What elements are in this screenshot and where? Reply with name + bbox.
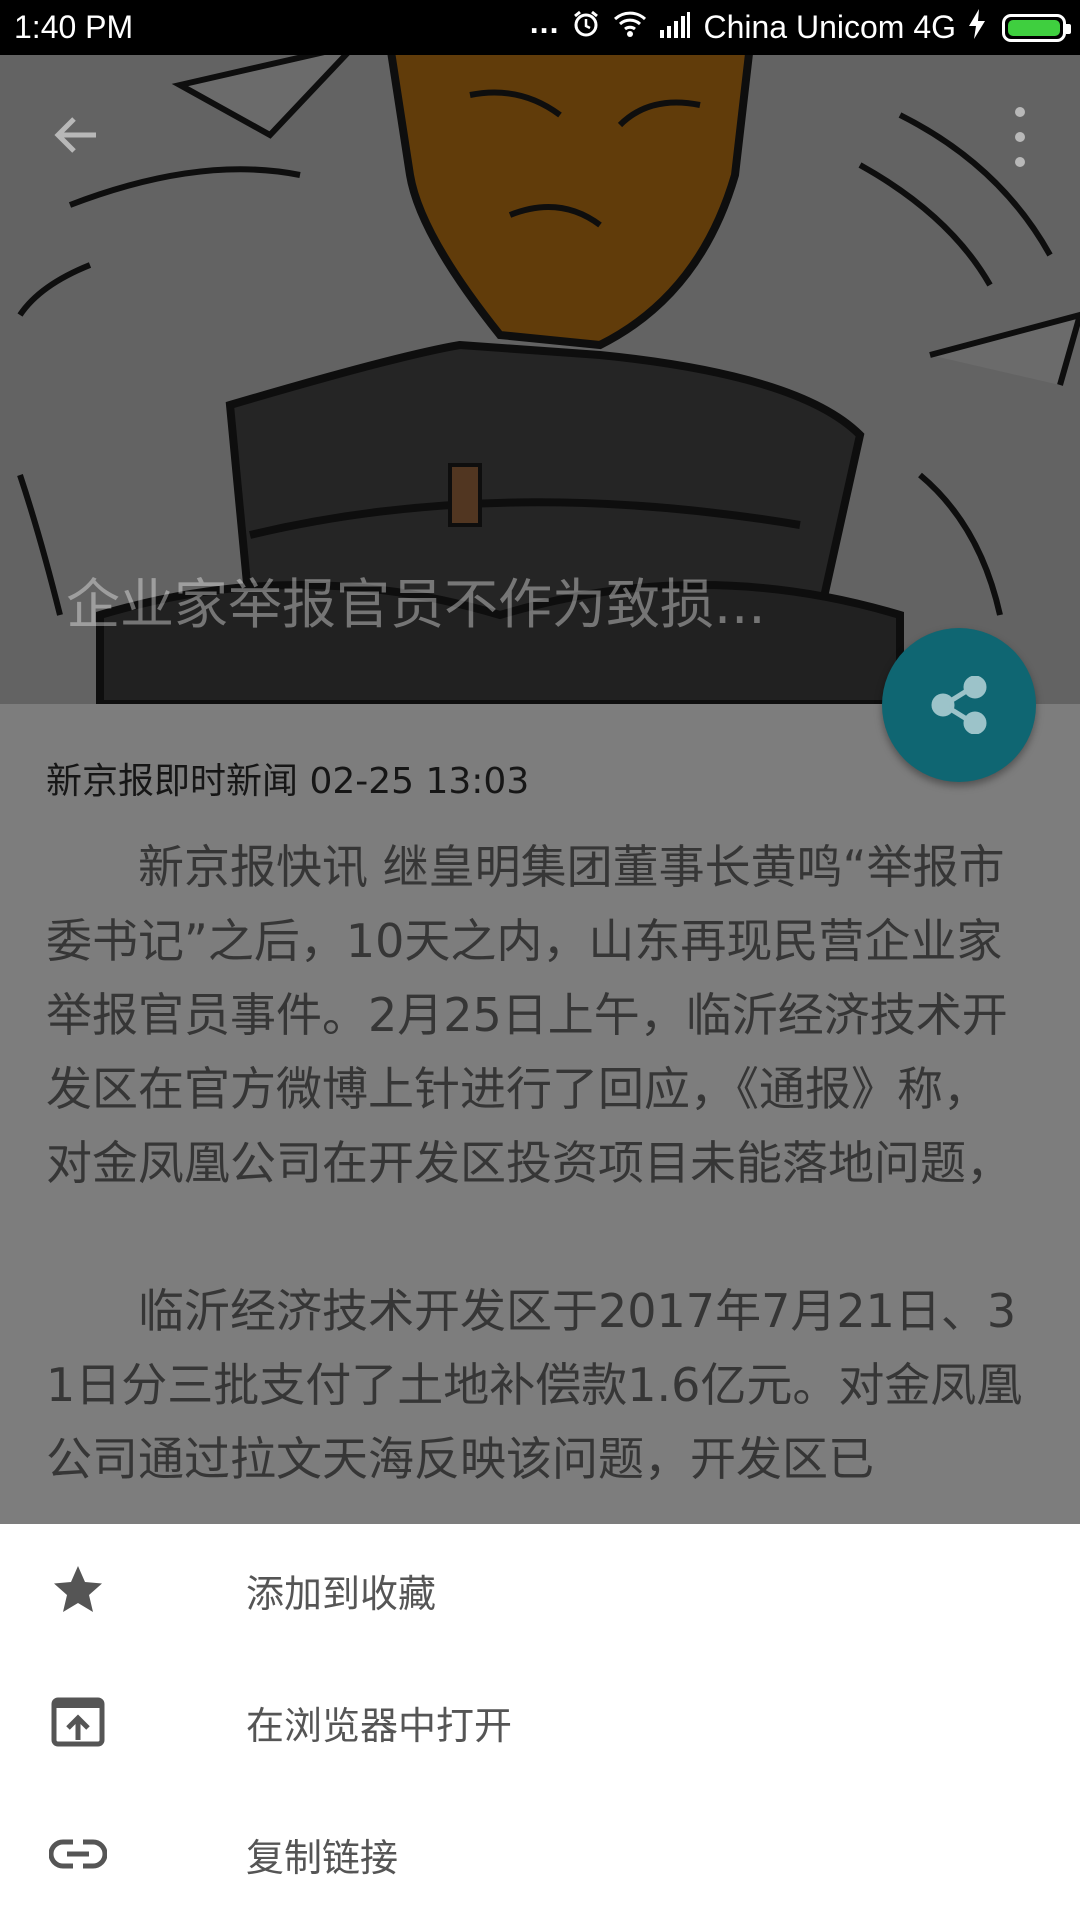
battery-icon	[1002, 13, 1071, 42]
article-title: 企业家举报官员不作为致损...	[66, 573, 766, 636]
article-hero-image: 企业家举报官员不作为致损...	[0, 55, 1080, 704]
overflow-menu-button[interactable]	[1000, 107, 1040, 167]
status-more-dots: ...	[529, 4, 560, 40]
article-content: 新京报即时新闻 02-25 13:03 新京报快讯 继皇明集团董事长黄鸣“举报市…	[0, 704, 1080, 1524]
carrier-label: China Unicom 4G	[703, 9, 956, 45]
more-vert-icon	[1015, 107, 1025, 117]
star-icon	[48, 1560, 108, 1620]
open-in-browser-icon	[48, 1692, 108, 1752]
action-bottom-sheet: 添加到收藏 在浏览器中打开 复制链接	[0, 1524, 1080, 1920]
back-button[interactable]	[44, 103, 108, 167]
alarm-icon	[571, 9, 601, 47]
add-to-favorites-item[interactable]: 添加到收藏	[0, 1524, 1080, 1656]
copy-link-item[interactable]: 复制链接	[0, 1788, 1080, 1920]
signal-icon	[659, 9, 691, 46]
article-paragraph: 新京报快讯 继皇明集团董事长黄鸣“举报市委书记”之后，10天之内，山东再现民营企…	[46, 840, 1012, 1190]
article-paragraph: 临沂经济技术开发区于2017年7月21日、31日分三批支付了土地补偿款1.6亿元…	[46, 1284, 1023, 1486]
status-bar: 1:40 PM ... China Unicom 4G	[0, 0, 1080, 55]
open-in-browser-item[interactable]: 在浏览器中打开	[0, 1656, 1080, 1788]
link-icon	[48, 1824, 108, 1884]
share-button[interactable]	[882, 628, 1036, 782]
wifi-icon	[613, 9, 647, 46]
copy-link-label: 复制链接	[246, 1835, 399, 1880]
open-in-browser-label: 在浏览器中打开	[246, 1703, 513, 1748]
share-icon	[931, 676, 987, 734]
status-time: 1:40 PM	[14, 9, 134, 45]
article-meta: 新京报即时新闻 02-25 13:03	[46, 761, 530, 802]
status-icons: ... China Unicom 4G	[530, 4, 1071, 47]
add-to-favorites-label: 添加到收藏	[246, 1571, 437, 1616]
arrow-left-icon	[54, 117, 96, 153]
charging-icon	[968, 8, 986, 47]
